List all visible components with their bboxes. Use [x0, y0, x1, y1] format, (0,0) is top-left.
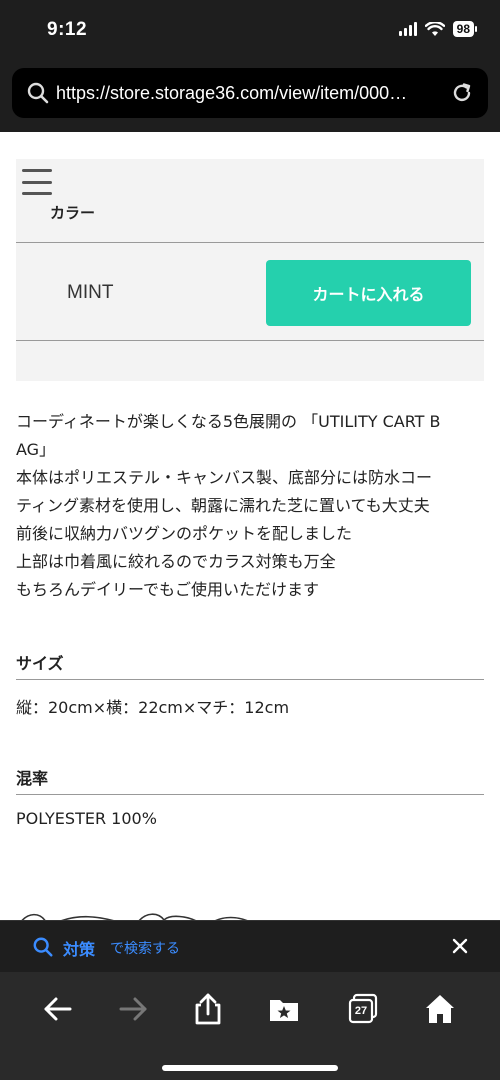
- home-indicator: [162, 1065, 338, 1071]
- divider: [16, 340, 484, 341]
- find-on-page-bar: 対策 で検索する: [0, 920, 500, 972]
- browser-toolbar: 27: [0, 972, 500, 1080]
- status-bar: 9:12 98: [0, 0, 500, 60]
- forward-icon[interactable]: [116, 992, 150, 1026]
- wifi-icon: [424, 21, 445, 36]
- script-logo-fragment: [21, 913, 248, 920]
- tabs-icon[interactable]: 27: [346, 992, 380, 1026]
- status-icons: 98: [398, 21, 478, 37]
- description-line: AG」: [16, 440, 56, 459]
- description-line: ティング素材を使用し、朝露に濡れた芝に置いても大丈夫: [16, 496, 430, 515]
- description-line: もちろんデイリーでもご使用いただけます: [16, 580, 320, 599]
- color-value: MINT: [67, 282, 114, 303]
- address-bar[interactable]: https://store.storage36.com/view/item/00…: [12, 68, 488, 118]
- url-text[interactable]: https://store.storage36.com/view/item/00…: [56, 83, 440, 104]
- back-icon[interactable]: [41, 992, 75, 1026]
- add-to-cart-button[interactable]: カートに入れる: [266, 260, 471, 326]
- search-icon: [27, 82, 49, 104]
- material-title: 混率: [16, 769, 49, 788]
- material-value: POLYESTER 100%: [16, 809, 157, 828]
- browser-url-area: https://store.storage36.com/view/item/00…: [0, 60, 500, 132]
- product-description: コーディネートが楽しくなる5色展開の 「UTILITY CART B AG」 本…: [16, 408, 486, 604]
- size-value: 縦：20cm×横：22cm×マチ：12cm: [16, 698, 290, 717]
- close-icon[interactable]: [450, 936, 470, 956]
- description-line: 上部は巾着風に絞れるのでカラス対策も万全: [16, 552, 336, 571]
- reload-icon[interactable]: [450, 81, 474, 105]
- cellular-signal-icon: [398, 22, 417, 36]
- share-icon[interactable]: [191, 992, 225, 1026]
- battery-indicator: 98: [452, 21, 478, 37]
- size-title: サイズ: [16, 654, 64, 673]
- color-label: カラー: [50, 204, 96, 222]
- hamburger-menu-icon[interactable]: [22, 169, 52, 195]
- description-line: 本体はポリエステル・キャンバス製、底部分には防水コー: [16, 468, 433, 487]
- find-query[interactable]: 対策: [63, 936, 95, 960]
- find-suffix[interactable]: で検索する: [110, 938, 180, 958]
- divider: [16, 794, 484, 795]
- bookmarks-icon[interactable]: [267, 992, 301, 1026]
- product-option-panel: カラー MINT カートに入れる: [16, 159, 484, 381]
- page-content: カラー MINT カートに入れる コーディネートが楽しくなる5色展開の 「UTI…: [0, 132, 500, 920]
- status-time: 9:12: [47, 19, 88, 40]
- description-line: 前後に収納力バツグンのポケットを配しました: [16, 524, 353, 543]
- divider: [16, 679, 484, 680]
- divider: [16, 242, 484, 243]
- home-icon[interactable]: [423, 992, 457, 1026]
- search-icon: [33, 937, 53, 957]
- description-line: コーディネートが楽しくなる5色展開の 「UTILITY CART B: [16, 412, 441, 431]
- tab-count: 27: [354, 1005, 368, 1017]
